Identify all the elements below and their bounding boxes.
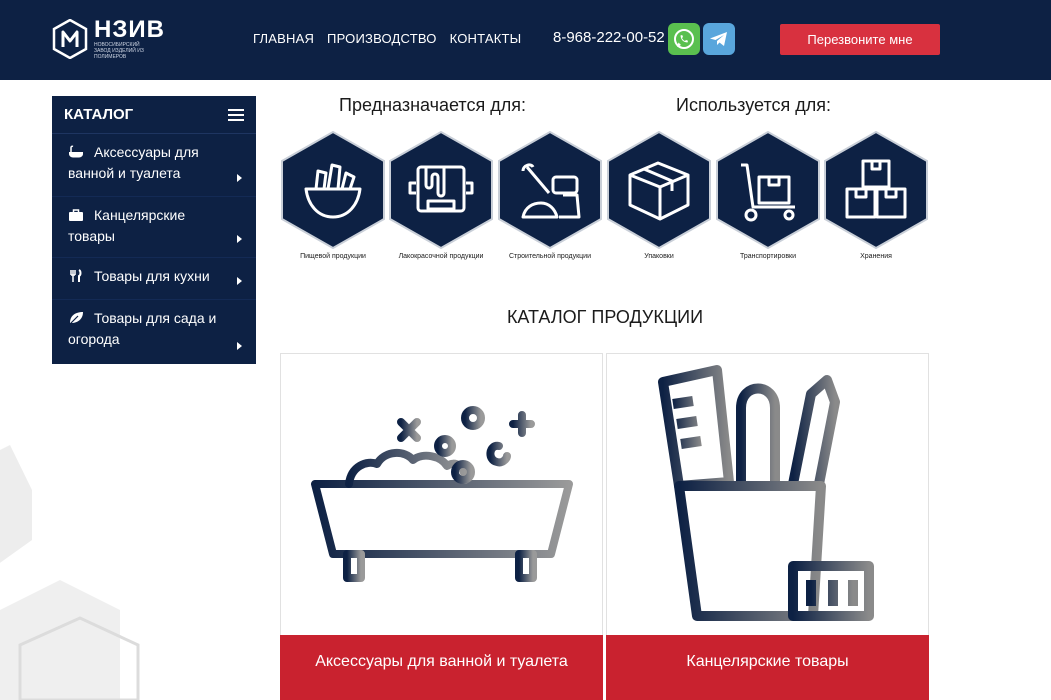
- purpose-hexagons: Пищевой продукции Лакокрасочной продукци…: [280, 131, 930, 271]
- whatsapp-icon[interactable]: [668, 23, 700, 55]
- nav-home[interactable]: ГЛАВНАЯ: [253, 31, 314, 46]
- catalog-sidebar: КАТАЛОГ Аксессуары для ванной и туалета …: [52, 96, 256, 364]
- main-nav: ГЛАВНАЯ ПРОИЗВОДСТВО КОНТАКТЫ: [253, 31, 521, 46]
- logo-hexagon-icon: [52, 19, 88, 59]
- catalog-card-bathroom[interactable]: Аксессуары для ванной и туалета: [280, 353, 603, 700]
- sidebar-title: КАТАЛОГ: [64, 106, 134, 123]
- sidebar-item-label: Аксессуары для ванной и туалета: [68, 144, 199, 181]
- menu-icon[interactable]: [228, 108, 244, 121]
- briefcase-icon: [69, 209, 83, 221]
- site-header: НЗИВ новосибирский завод изделий из поли…: [0, 0, 1051, 80]
- sidebar-item-kitchen[interactable]: Товары для кухни: [52, 258, 256, 300]
- sidebar-item-stationery[interactable]: Канцелярские товары: [52, 197, 256, 258]
- intended-for-title: Предназначается для:: [339, 95, 526, 115]
- nav-production[interactable]: ПРОИЗВОДСТВО: [327, 31, 437, 46]
- sidebar-item-label: Товары для кухни: [94, 268, 210, 284]
- logo-name: НЗИВ: [94, 16, 165, 43]
- callback-button[interactable]: Перезвоните мне: [780, 24, 940, 55]
- hexagon-label: Лакокрасочной продукции: [398, 253, 484, 260]
- bathtub-icon: [69, 145, 83, 158]
- logo-subtitle: новосибирский завод изделий из полимеров: [94, 42, 144, 60]
- chevron-right-icon: [237, 342, 242, 350]
- telegram-icon[interactable]: [703, 23, 735, 55]
- phone-number[interactable]: 8-968-222-00-52: [553, 29, 665, 46]
- sidebar-item-bathroom[interactable]: Аксессуары для ванной и туалета: [52, 134, 256, 197]
- hexagon-item[interactable]: Транспортировки: [715, 131, 821, 260]
- sidebar-header: КАТАЛОГ: [52, 96, 256, 134]
- cutlery-icon: [70, 269, 82, 282]
- catalog-title: КАТАЛОГ ПРОДУКЦИИ: [506, 307, 704, 327]
- hexagon-label: Упаковки: [644, 253, 674, 260]
- sidebar-item-label: Товары для сада и огорода: [68, 310, 217, 347]
- sidebar-item-garden[interactable]: Товары для сада и огорода: [52, 300, 256, 364]
- card-label: Канцелярские товары: [606, 635, 929, 700]
- hexagon-label: Транспортировки: [739, 253, 797, 260]
- used-for-title: Используется для:: [676, 95, 831, 115]
- leaf-icon: [69, 312, 83, 325]
- hexagon-label: Пищевой продукции: [300, 253, 366, 260]
- background-hexagon-decor: [0, 445, 140, 700]
- chevron-right-icon: [237, 174, 242, 182]
- bathtub-icon: [311, 406, 573, 582]
- card-label: Аксессуары для ванной и туалета: [280, 635, 603, 700]
- hexagon-item[interactable]: Лакокрасочной продукции: [388, 131, 494, 260]
- logo[interactable]: НЗИВ новосибирский завод изделий из поли…: [52, 18, 165, 60]
- catalog-card-stationery[interactable]: Канцелярские товары: [606, 353, 929, 700]
- chevron-right-icon: [237, 277, 242, 285]
- sidebar-item-label: Канцелярские товары: [68, 207, 186, 244]
- hexagon-label: Хранения: [860, 253, 892, 260]
- nav-contacts[interactable]: КОНТАКТЫ: [450, 31, 522, 46]
- hexagon-label: Строительной продукции: [509, 253, 591, 260]
- stationery-cup-icon: [658, 365, 874, 621]
- hexagon-item[interactable]: Упаковки: [606, 131, 712, 260]
- chevron-right-icon: [237, 235, 242, 243]
- hexagon-item[interactable]: Пищевой продукции: [280, 131, 386, 260]
- hexagon-item[interactable]: Хранения: [823, 131, 929, 260]
- hexagon-item[interactable]: Строительной продукции: [497, 131, 603, 260]
